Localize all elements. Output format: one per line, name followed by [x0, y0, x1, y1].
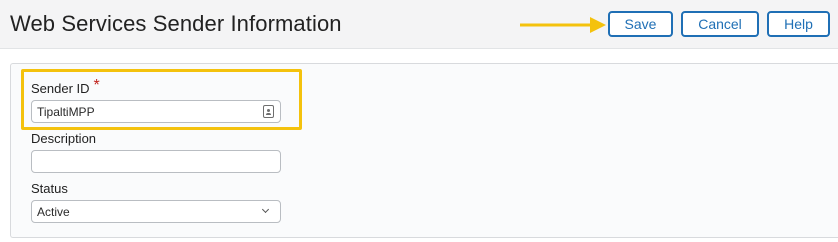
description-input[interactable] [31, 150, 281, 173]
status-selected-value: Active [37, 204, 70, 219]
annotation-arrow-icon [520, 17, 606, 33]
description-label: Description [31, 131, 97, 146]
save-button[interactable]: Save [608, 11, 673, 37]
required-marker: * [93, 77, 100, 94]
status-label: Status [31, 181, 68, 196]
help-button[interactable]: Help [767, 11, 830, 37]
contact-card-icon[interactable] [263, 105, 274, 118]
sender-id-input[interactable]: TipaltiMPP [31, 100, 281, 123]
sender-id-label: Sender ID * [31, 77, 100, 98]
page-title: Web Services Sender Information [10, 11, 342, 36]
sender-id-label-text: Sender ID [31, 81, 90, 96]
status-select[interactable]: Active [31, 200, 281, 223]
page-header: Web Services Sender Information Save Can… [0, 0, 838, 49]
sender-id-value: TipaltiMPP [37, 104, 95, 119]
chevron-down-icon [261, 205, 270, 214]
cancel-button[interactable]: Cancel [681, 11, 759, 37]
